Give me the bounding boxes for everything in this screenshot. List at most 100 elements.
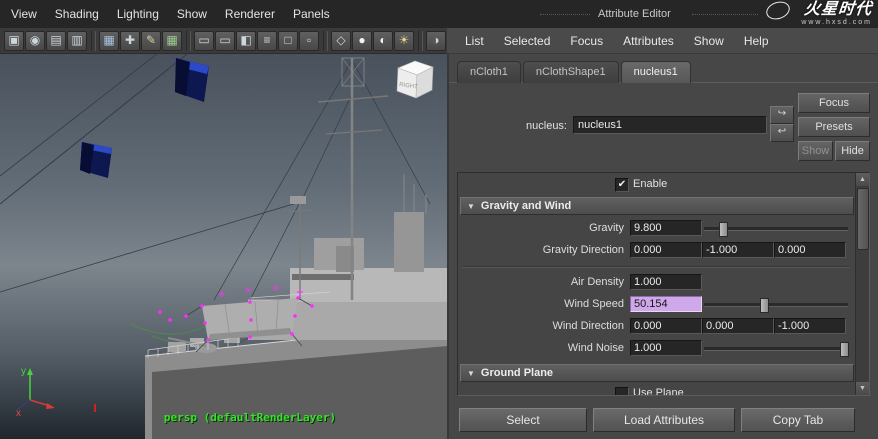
ae-menu-selected[interactable]: Selected (494, 34, 561, 48)
lock-camera-icon[interactable]: ◉ (25, 30, 45, 51)
ground-plane-section-title: Ground Plane (480, 367, 554, 379)
ae-menu-help[interactable]: Help (734, 34, 779, 48)
wind-direction-x-field[interactable] (630, 318, 702, 334)
wind-noise-field[interactable] (630, 340, 702, 356)
gate-mask-icon[interactable]: ◧ (236, 30, 256, 51)
gravity-direction-z-field[interactable] (774, 242, 846, 258)
menu-panels[interactable]: Panels (284, 7, 339, 21)
show-button[interactable]: Show (798, 141, 833, 161)
attribute-editor-title: Attribute Editor (598, 8, 671, 20)
wind-noise-slider-handle[interactable] (840, 342, 849, 357)
menu-view[interactable]: View (2, 7, 46, 21)
scrollbar-thumb[interactable] (857, 188, 869, 250)
gravity-direction-label: Gravity Direction (542, 244, 624, 256)
film-gate-icon[interactable]: ▭ (194, 30, 214, 51)
wind-noise-label: Wind Noise (567, 342, 624, 354)
use-all-lights-icon[interactable]: ☀ (394, 30, 414, 51)
toolbar-separator (186, 30, 191, 51)
grease-pencil-icon[interactable]: ✎ (141, 30, 161, 51)
top-menubar: View Shading Lighting Show Renderer Pane… (0, 0, 878, 28)
attribute-editor-menubar: List Selected Focus Attributes Show Help (447, 28, 878, 54)
axis-x-label: x (16, 408, 21, 419)
wind-speed-field[interactable] (630, 296, 702, 312)
camera-attributes-icon[interactable]: ▤ (46, 30, 66, 51)
wind-direction-y-field[interactable] (702, 318, 774, 334)
panel-drag-dots (540, 14, 590, 15)
attribute-scrollbar[interactable]: ▲ ▼ (855, 173, 869, 395)
gravity-wind-section-header[interactable]: ▼ Gravity and Wind (460, 197, 854, 215)
ae-menu-list[interactable]: List (455, 34, 494, 48)
input-connections-icon[interactable]: ↪ (770, 106, 794, 124)
use-plane-checkbox[interactable] (615, 387, 629, 395)
maya-window: View Shading Lighting Show Renderer Pane… (0, 0, 878, 439)
logo-url-text: www.hxsd.com (801, 19, 872, 26)
menu-lighting[interactable]: Lighting (108, 7, 168, 21)
row-divider (462, 266, 850, 268)
viewport-toolbar: ▣ ◉ ▤ ▥ ▦ ✚ ✎ ▦ ▭ ▭ ◧ ≡ □ ▫ ◇ ● ◐ ☀ ◑ ◎ … (0, 28, 488, 54)
focus-button[interactable]: Focus (798, 93, 870, 113)
wind-speed-row: Wind Speed (458, 296, 856, 316)
nucleus-label: nucleus: (526, 120, 567, 132)
grid-icon[interactable]: ▦ (162, 30, 182, 51)
gravity-slider-handle[interactable] (719, 222, 728, 237)
gravity-label: Gravity (589, 222, 624, 234)
wind-speed-slider-handle[interactable] (760, 298, 769, 313)
image-plane-icon[interactable]: ▦ (99, 30, 119, 51)
perspective-viewport[interactable]: RIGHT y x persp (defaultRenderLayer) (0, 54, 447, 439)
2d-pan-zoom-icon[interactable]: ✚ (120, 30, 140, 51)
gravity-slider[interactable] (704, 222, 848, 237)
safe-action-icon[interactable]: □ (278, 30, 298, 51)
textured-display-icon[interactable]: ◐ (373, 30, 393, 51)
tab-ncloth1[interactable]: nCloth1 (457, 61, 521, 83)
axis-y-label: y (21, 366, 26, 377)
menu-shading[interactable]: Shading (46, 7, 108, 21)
output-connections-icon[interactable]: ↩ (770, 124, 794, 142)
ae-menu-focus[interactable]: Focus (560, 34, 613, 48)
gravity-direction-y-field[interactable] (702, 242, 774, 258)
wind-speed-label: Wind Speed (564, 298, 624, 310)
panel-drag-dots (692, 14, 758, 15)
bookmarks-icon[interactable]: ▥ (67, 30, 87, 51)
viewport-canvas[interactable]: RIGHT y x (0, 54, 447, 439)
gravity-wind-section-title: Gravity and Wind (480, 200, 572, 212)
select-button[interactable]: Select (459, 408, 587, 432)
ground-plane-section-header[interactable]: ▼ Ground Plane (460, 364, 854, 382)
load-attributes-button[interactable]: Load Attributes (593, 408, 735, 432)
ae-menu-attributes[interactable]: Attributes (613, 34, 684, 48)
gravity-direction-x-field[interactable] (630, 242, 702, 258)
shaded-display-icon[interactable]: ● (352, 30, 372, 51)
hxsd-logo: 火星时代 www.hxsd.com (760, 0, 873, 27)
safe-title-icon[interactable]: ▫ (299, 30, 319, 51)
select-camera-icon[interactable]: ▣ (4, 30, 24, 51)
presets-button[interactable]: Presets (798, 117, 870, 137)
wireframe-icon[interactable]: ◇ (331, 30, 351, 51)
gravity-direction-row: Gravity Direction (458, 242, 856, 262)
copy-tab-button[interactable]: Copy Tab (741, 408, 855, 432)
resolution-gate-icon[interactable]: ▭ (215, 30, 235, 51)
node-tabs: nCloth1 nClothShape1 nucleus1 (457, 61, 691, 83)
ae-menu-show[interactable]: Show (684, 34, 734, 48)
hide-button[interactable]: Hide (835, 141, 870, 161)
menu-renderer[interactable]: Renderer (216, 7, 284, 21)
field-chart-icon[interactable]: ≡ (257, 30, 277, 51)
nucleus-name-field[interactable] (573, 116, 767, 134)
enable-checkbox[interactable]: ✔ (615, 178, 629, 192)
scroll-up-icon[interactable]: ▲ (856, 173, 869, 186)
shadows-icon[interactable]: ◑ (426, 30, 446, 51)
toolbar-separator (323, 30, 328, 51)
use-plane-label: Use Plane (633, 387, 684, 396)
air-density-field[interactable] (630, 274, 702, 290)
menu-show[interactable]: Show (168, 7, 216, 21)
wind-direction-row: Wind Direction (458, 318, 856, 338)
gravity-field[interactable] (630, 220, 702, 236)
view-cube[interactable]: RIGHT (396, 60, 434, 99)
enable-label: Enable (633, 178, 668, 190)
wind-speed-slider[interactable] (704, 298, 848, 313)
tab-nucleus1[interactable]: nucleus1 (620, 61, 691, 83)
collapse-triangle-icon: ▼ (467, 202, 475, 211)
wind-direction-z-field[interactable] (774, 318, 846, 334)
wind-noise-slider[interactable] (704, 342, 849, 357)
tab-nclothshape1[interactable]: nClothShape1 (522, 61, 619, 83)
scroll-down-icon[interactable]: ▼ (856, 382, 869, 395)
logo-brand-text: 火星时代 (803, 1, 873, 18)
